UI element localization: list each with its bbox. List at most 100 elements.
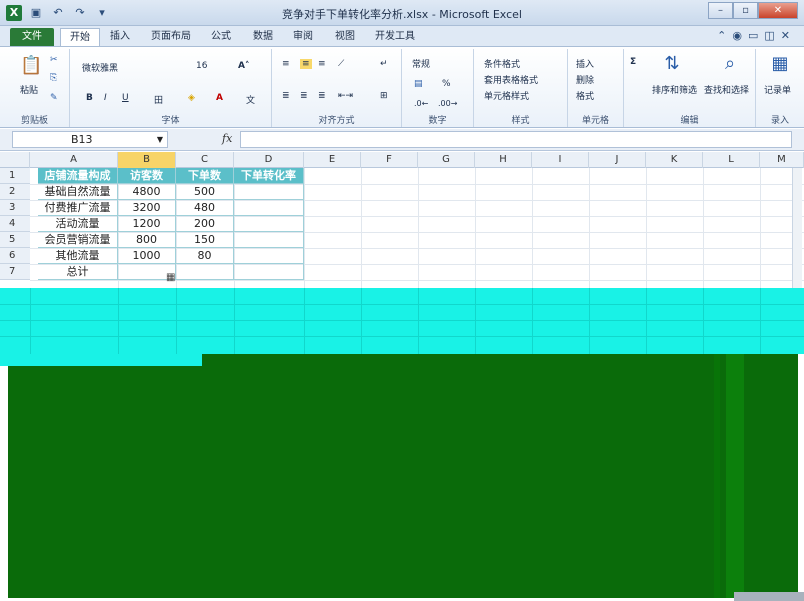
merge-icon[interactable]: ⊞: [380, 91, 388, 101]
table-cell[interactable]: 活动流量: [38, 216, 118, 232]
vertical-scrollbar[interactable]: [792, 168, 802, 288]
row-header[interactable]: 2: [0, 184, 30, 200]
table-cell[interactable]: 1000: [118, 248, 176, 264]
close-icon[interactable]: ✕: [758, 2, 798, 19]
table-cell[interactable]: 3200: [118, 200, 176, 216]
formula-input[interactable]: [240, 131, 792, 148]
font-size-select[interactable]: 16: [196, 61, 207, 71]
table-cell[interactable]: 1200: [118, 216, 176, 232]
tab-formulas[interactable]: 公式: [206, 28, 236, 46]
column-header[interactable]: C: [176, 152, 234, 168]
insert-function-icon[interactable]: fx: [222, 132, 232, 145]
row-header[interactable]: 1: [0, 168, 30, 184]
format-painter-icon[interactable]: ✎: [50, 93, 58, 103]
table-header-cell[interactable]: 下单数: [176, 168, 234, 184]
maximize-icon[interactable]: ▫: [733, 2, 758, 19]
italic-button[interactable]: I: [104, 93, 107, 103]
conditional-format-button[interactable]: 条件格式: [484, 57, 520, 70]
grow-font-icon[interactable]: A˄: [238, 61, 249, 71]
table-header-cell[interactable]: 店铺流量构成: [38, 168, 118, 184]
column-header[interactable]: J: [589, 152, 646, 168]
help-icons[interactable]: ⌃◉▭◫✕: [717, 29, 796, 42]
column-header[interactable]: E: [304, 152, 361, 168]
format-cells-button[interactable]: 格式: [576, 89, 594, 102]
row-header[interactable]: 7: [0, 264, 30, 280]
tab-page-layout[interactable]: 页面布局: [146, 28, 196, 46]
table-cell[interactable]: [234, 232, 304, 248]
align-right-icon[interactable]: ≣: [318, 91, 326, 101]
tab-insert[interactable]: 插入: [104, 28, 136, 46]
cell-styles-button[interactable]: 单元格样式: [484, 89, 529, 102]
column-header[interactable]: K: [646, 152, 703, 168]
column-header[interactable]: A: [30, 152, 118, 168]
row-header[interactable]: 5: [0, 232, 30, 248]
row-header[interactable]: 4: [0, 216, 30, 232]
table-cell[interactable]: 200: [176, 216, 234, 232]
align-center-icon[interactable]: ≣: [300, 91, 308, 101]
fill-color-icon[interactable]: ◈: [188, 93, 195, 103]
table-header-cell[interactable]: 访客数: [118, 168, 176, 184]
table-cell[interactable]: 480: [176, 200, 234, 216]
tab-developer[interactable]: 开发工具: [370, 28, 420, 46]
increase-decimal-icon[interactable]: .0←: [414, 99, 428, 108]
delete-cells-button[interactable]: 删除: [576, 73, 594, 86]
align-middle-icon[interactable]: ≡: [300, 59, 312, 69]
table-cell[interactable]: 4800: [118, 184, 176, 200]
orientation-icon[interactable]: ⟋: [338, 59, 344, 69]
font-name-select[interactable]: 微软雅黑: [82, 61, 118, 74]
table-cell[interactable]: [234, 216, 304, 232]
table-cell[interactable]: [234, 248, 304, 264]
table-cell[interactable]: 基础自然流量: [38, 184, 118, 200]
format-as-table-button[interactable]: 套用表格格式: [484, 73, 538, 86]
number-format-select[interactable]: 常规: [412, 57, 430, 70]
sort-filter-icon[interactable]: ⇅: [662, 53, 682, 75]
percent-button[interactable]: %: [442, 79, 451, 89]
tab-data[interactable]: 数据: [248, 28, 278, 46]
table-cell[interactable]: 付费推广流量: [38, 200, 118, 216]
table-cell[interactable]: 总计: [38, 264, 118, 280]
decrease-decimal-icon[interactable]: .00→: [438, 99, 457, 108]
table-cell[interactable]: [176, 264, 234, 280]
phonetic-icon[interactable]: 文: [246, 93, 255, 106]
select-all-corner[interactable]: [0, 152, 30, 168]
column-header[interactable]: B: [118, 152, 176, 168]
tab-home[interactable]: 开始: [60, 28, 100, 46]
form-button[interactable]: 记录单: [764, 83, 791, 96]
table-cell[interactable]: [234, 200, 304, 216]
tab-view[interactable]: 视图: [330, 28, 360, 46]
tab-file[interactable]: 文件: [10, 28, 54, 46]
column-header[interactable]: I: [532, 152, 589, 168]
table-cell[interactable]: 150: [176, 232, 234, 248]
column-header[interactable]: G: [418, 152, 475, 168]
indent-icon[interactable]: ⇤⇥: [338, 91, 353, 101]
font-color-icon[interactable]: A: [216, 93, 223, 103]
sort-filter-button[interactable]: 排序和筛选: [652, 83, 697, 96]
table-cell[interactable]: 500: [176, 184, 234, 200]
underline-button[interactable]: U: [122, 93, 129, 103]
border-icon[interactable]: 田: [154, 93, 163, 106]
form-icon[interactable]: ▦: [770, 53, 790, 75]
name-box[interactable]: B13 ▼: [12, 131, 168, 148]
autosum-icon[interactable]: Σ: [630, 57, 636, 67]
quick-analysis-icon[interactable]: ▦: [166, 272, 175, 283]
table-cell[interactable]: [234, 184, 304, 200]
table-cell[interactable]: [234, 264, 304, 280]
find-select-button[interactable]: 查找和选择: [704, 83, 749, 96]
row-header[interactable]: 3: [0, 200, 30, 216]
paste-button[interactable]: 粘贴: [20, 83, 38, 96]
copy-icon[interactable]: ⎘: [50, 73, 57, 83]
table-cell[interactable]: 会员营销流量: [38, 232, 118, 248]
find-select-icon[interactable]: ⌕: [720, 53, 740, 75]
align-bottom-icon[interactable]: ≡: [318, 59, 326, 69]
bold-button[interactable]: B: [86, 93, 93, 103]
column-header[interactable]: L: [703, 152, 760, 168]
table-cell[interactable]: 80: [176, 248, 234, 264]
align-left-icon[interactable]: ≣: [282, 91, 290, 101]
column-header[interactable]: H: [475, 152, 532, 168]
wrap-text-icon[interactable]: ↵: [380, 59, 388, 69]
minimize-icon[interactable]: –: [708, 2, 733, 19]
table-header-cell[interactable]: 下单转化率: [234, 168, 304, 184]
tab-review[interactable]: 审阅: [288, 28, 318, 46]
insert-cells-button[interactable]: 插入: [576, 57, 594, 70]
cut-icon[interactable]: ✂: [50, 55, 58, 65]
